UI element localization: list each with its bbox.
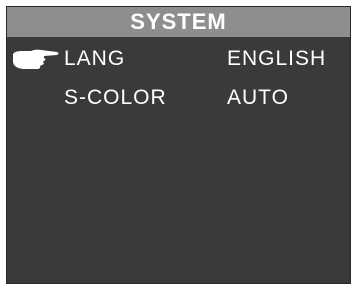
menu-item-label: S-COLOR	[64, 86, 167, 109]
menu-item-lang[interactable]: LANG ENGLISH	[7, 44, 350, 74]
osd-menu-screen: SYSTEM LANG ENGLISH S-COLOR AUTO	[6, 6, 351, 284]
menu-item-s-color[interactable]: S-COLOR AUTO	[7, 83, 350, 113]
title-bar: SYSTEM	[7, 7, 350, 37]
menu-item-value: AUTO	[227, 86, 289, 109]
menu-item-value: ENGLISH	[227, 47, 327, 70]
menu-item-label: LANG	[64, 47, 126, 70]
pointing-hand-icon	[13, 49, 59, 69]
page-title: SYSTEM	[130, 9, 227, 34]
